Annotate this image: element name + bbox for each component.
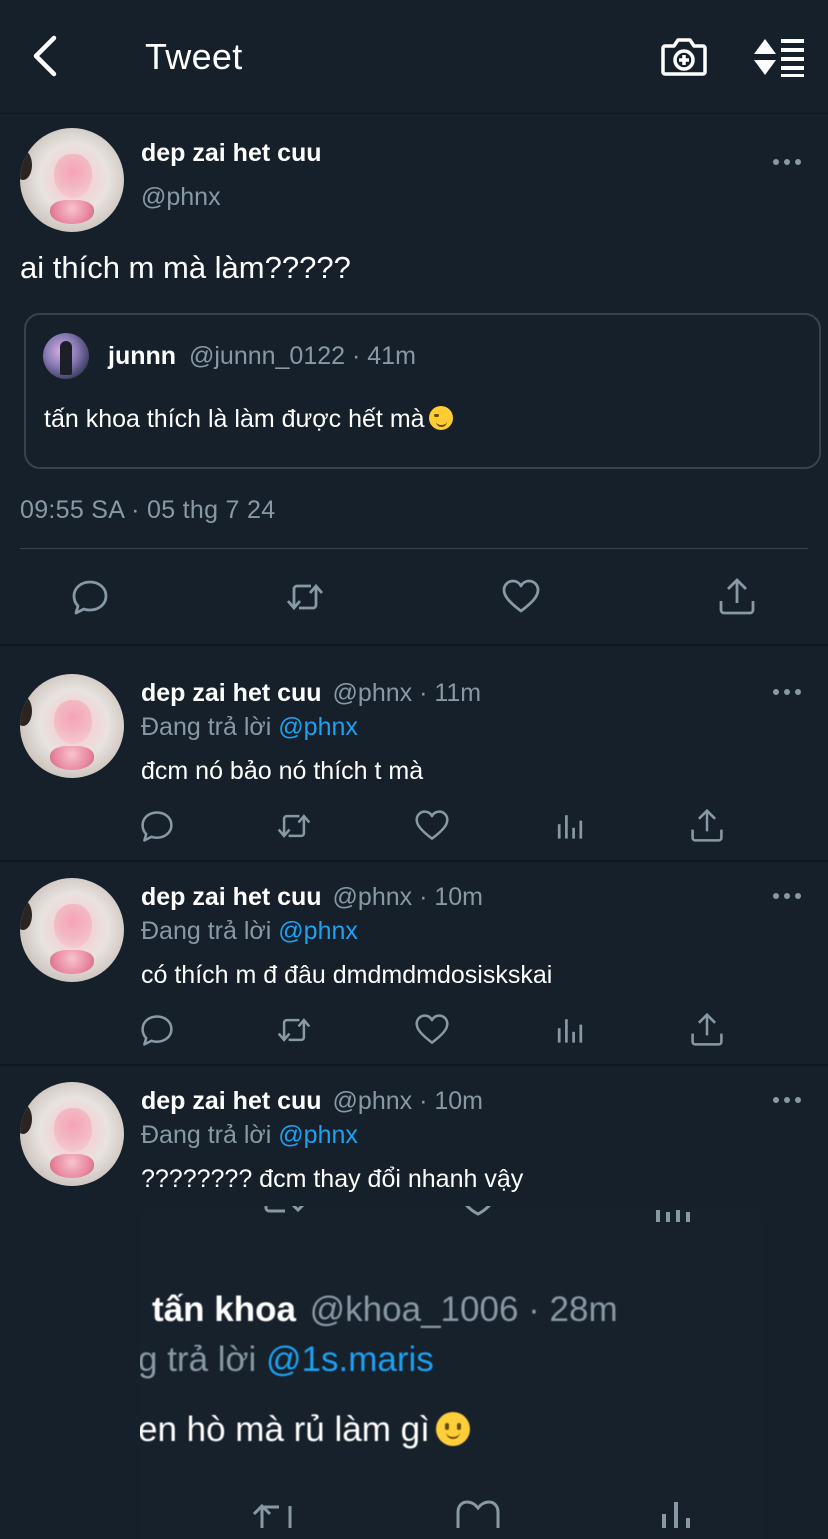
- avatar-eye: [20, 696, 32, 726]
- screenshot-replying-to: @1s.maris: [266, 1340, 434, 1379]
- share-icon[interactable]: [689, 808, 725, 844]
- quoted-text-line: tấn khoa thích là làm được hết mà: [44, 405, 453, 434]
- smiling-face-emoji: [435, 1412, 470, 1446]
- avatar-nose: [54, 1108, 92, 1152]
- avatar[interactable]: [20, 1082, 124, 1186]
- reply-author-name[interactable]: dep zai het cuu: [141, 883, 322, 911]
- like-icon: [465, 1206, 491, 1216]
- reply-header: dep zai het cuu @phnx · 10m: [141, 1087, 483, 1116]
- reply-meta: @phnx · 10m: [332, 1087, 483, 1115]
- replying-to-link[interactable]: @phnx: [278, 1121, 358, 1149]
- analytics-icon: [656, 1210, 690, 1222]
- tweet-text: ai thích m mà làm?????: [20, 250, 351, 285]
- reply-author-name[interactable]: dep zai het cuu: [141, 1087, 322, 1115]
- back-button[interactable]: [28, 34, 64, 78]
- quoted-author: junnn @junnn_0122 · 41m: [108, 342, 416, 371]
- quoted-author-meta: @junnn_0122 · 41m: [188, 342, 416, 370]
- avatar-eye: [20, 150, 32, 180]
- analytics-icon: [662, 1502, 690, 1528]
- replying-to-line: Đang trả lời @phnx: [141, 713, 358, 742]
- reply-icon[interactable]: [139, 1012, 175, 1048]
- top-bar: Tweet: [0, 0, 828, 114]
- reply-meta: @phnx · 10m: [332, 883, 483, 911]
- section-divider: [0, 1064, 828, 1066]
- avatar[interactable]: [20, 674, 124, 778]
- replying-prefix: Đang trả lời: [141, 1121, 272, 1149]
- replying-to-line: Đang trả lời @phnx: [141, 1121, 358, 1150]
- replying-prefix: Đang trả lời: [141, 713, 272, 741]
- avatar-nose: [54, 154, 92, 198]
- quoted-tweet[interactable]: junnn @junnn_0122 · 41m tấn khoa thích l…: [24, 313, 821, 469]
- sort-button[interactable]: [752, 36, 806, 78]
- avatar-eye: [20, 900, 32, 930]
- attached-screenshot-image[interactable]: tấn khoa @khoa_1006 · 28m g trả lời @1s.…: [140, 1206, 762, 1539]
- reply-text: có thích m đ đâu dmdmdmdosiskskai: [141, 961, 553, 989]
- share-icon[interactable]: [689, 1012, 725, 1048]
- avatar-nose: [54, 904, 92, 948]
- avatar[interactable]: [20, 878, 124, 982]
- more-icon[interactable]: [772, 891, 802, 901]
- retweet-icon[interactable]: [285, 577, 325, 617]
- screenshot-replying-prefix: g trả lời: [140, 1340, 257, 1379]
- share-icon[interactable]: [717, 577, 757, 617]
- avatar[interactable]: [20, 128, 124, 232]
- like-icon[interactable]: [501, 577, 541, 617]
- replying-prefix: Đang trả lời: [141, 917, 272, 945]
- author-name[interactable]: dep zai het cuu: [141, 139, 322, 168]
- quoted-avatar: [43, 333, 89, 379]
- screenshot-meta: @khoa_1006 · 28m: [309, 1290, 618, 1329]
- more-icon[interactable]: [772, 157, 802, 167]
- sort-icon: [754, 39, 804, 77]
- winking-face-emoji: [428, 406, 453, 430]
- back-arrow-icon: [33, 35, 57, 77]
- screenshot-author-name: tấn khoa: [152, 1290, 296, 1329]
- camera-plus-icon: [661, 38, 707, 76]
- avatar-tongue: [50, 950, 94, 974]
- reply-icon[interactable]: [70, 577, 110, 617]
- avatar-eye: [20, 1104, 32, 1134]
- analytics-icon[interactable]: [552, 1012, 588, 1048]
- quoted-author-name: junnn: [108, 342, 177, 370]
- replying-to-line: Đang trả lời @phnx: [141, 917, 358, 946]
- avatar-tongue: [50, 200, 94, 224]
- divider: [20, 548, 808, 549]
- retweet-icon[interactable]: [276, 1012, 312, 1048]
- screenshot-header: tấn khoa @khoa_1006 · 28m: [152, 1290, 618, 1330]
- retweet-icon: [264, 1206, 305, 1213]
- reply-meta: @phnx · 11m: [332, 679, 482, 707]
- analytics-icon[interactable]: [552, 808, 588, 844]
- reply-header: dep zai het cuu @phnx · 11m: [141, 679, 481, 708]
- section-divider: [0, 644, 828, 646]
- screenshot-replying-line: g trả lời @1s.maris: [140, 1340, 434, 1380]
- more-icon[interactable]: [772, 1095, 802, 1105]
- like-icon[interactable]: [414, 808, 450, 844]
- tweet-timestamp: 09:55 SA · 05 thg 7 24: [20, 496, 276, 524]
- page-title: Tweet: [145, 36, 243, 77]
- reply-text: đcm nó bảo nó thích t mà: [141, 757, 424, 785]
- reply-author-name[interactable]: dep zai het cuu: [141, 679, 322, 707]
- quoted-text: tấn khoa thích là làm được hết mà: [44, 405, 425, 433]
- like-icon[interactable]: [414, 1012, 450, 1048]
- retweet-icon: [252, 1503, 292, 1528]
- author-handle[interactable]: @phnx: [141, 183, 221, 212]
- reply-text: ???????? đcm thay đổi nhanh vậy: [141, 1165, 524, 1193]
- section-divider: [0, 860, 828, 862]
- camera-button[interactable]: [661, 36, 707, 78]
- screenshot-text: en hò mà rủ làm gì: [140, 1410, 430, 1449]
- avatar-tongue: [50, 1154, 94, 1178]
- reply-icon[interactable]: [139, 808, 175, 844]
- retweet-icon[interactable]: [276, 808, 312, 844]
- more-icon[interactable]: [772, 687, 802, 697]
- replying-to-link[interactable]: @phnx: [278, 917, 358, 945]
- avatar-nose: [54, 700, 92, 744]
- reply-header: dep zai het cuu @phnx · 10m: [141, 883, 483, 912]
- replying-to-link[interactable]: @phnx: [278, 713, 358, 741]
- screenshot-text-line: en hò mà rủ làm gì: [140, 1410, 470, 1450]
- like-icon: [456, 1500, 500, 1528]
- avatar-tongue: [50, 746, 94, 770]
